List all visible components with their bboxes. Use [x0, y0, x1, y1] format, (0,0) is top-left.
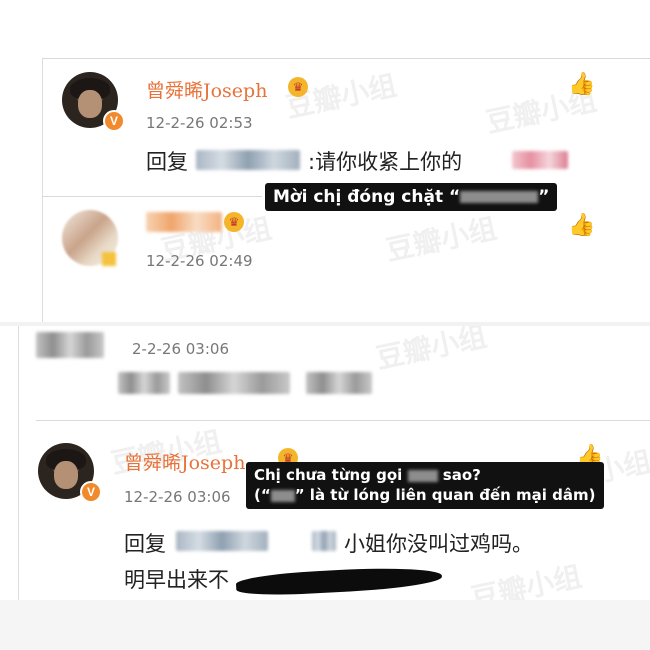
- watermark: 豆瓣小组: [383, 211, 500, 268]
- caption-translation: Chị chưa từng gọi sao? (“” là từ lóng li…: [246, 462, 604, 509]
- comment-time: 2-2-26 03:06: [132, 340, 229, 358]
- comment-time: 12-2-26 02:53: [146, 114, 253, 132]
- username-redacted: [146, 212, 222, 232]
- redacted-text: [312, 531, 336, 551]
- censored-word: [407, 469, 438, 482]
- redacted-text: [176, 531, 268, 551]
- verified-badge-icon: V: [103, 110, 125, 132]
- divider: [36, 420, 650, 421]
- redacted-text: [196, 150, 300, 170]
- redacted-text: [118, 372, 170, 394]
- thumbs-up-icon[interactable]: 👍: [568, 213, 595, 238]
- avatar[interactable]: [36, 332, 104, 358]
- screenshot-panel-top: 豆瓣小组 豆瓣小组 豆瓣小组 豆瓣小组 V 曾舜晞Joseph ♛ 12-2-2…: [0, 0, 650, 322]
- reply-text: :请你收紧上你的: [308, 150, 463, 174]
- username[interactable]: 曾舜晞Joseph: [146, 76, 267, 103]
- watermark: 豆瓣小组: [468, 559, 585, 600]
- redacted-text: [306, 372, 372, 394]
- divider: [42, 196, 262, 197]
- reply-text: 小姐你没叫过鸡吗。: [344, 532, 533, 556]
- comment-time: 12-2-26 02:49: [146, 252, 253, 270]
- avatar[interactable]: [62, 210, 118, 266]
- watermark: 豆瓣小组: [373, 326, 490, 376]
- censored-word: [270, 489, 295, 502]
- screenshot-panel-bottom: 豆瓣小组 豆瓣小组 豆瓣小组 豆瓣小组 2-2-26 03:06 V 曾舜晞Jo…: [0, 326, 650, 600]
- redacted-text: [512, 151, 568, 169]
- left-border: [18, 326, 19, 600]
- comment-time: 12-2-26 03:06: [124, 488, 231, 506]
- thumbs-up-icon[interactable]: 👍: [568, 72, 595, 97]
- crown-icon: ♛: [224, 212, 244, 232]
- caption-translation: Mời chị đóng chặt “”: [265, 183, 558, 211]
- censored-word: [460, 191, 539, 203]
- redaction-scribble: [235, 564, 443, 598]
- redacted-text: [178, 372, 290, 394]
- verified-badge-icon: V: [80, 481, 102, 503]
- left-border: [42, 58, 43, 322]
- reply-prefix: 回复: [124, 532, 166, 556]
- divider: [42, 58, 650, 59]
- crown-icon: ♛: [288, 77, 308, 97]
- username[interactable]: 曾舜晞Joseph: [124, 448, 245, 475]
- reply-prefix: 回复: [146, 150, 188, 174]
- reply-text-line2: 明早出来不: [124, 568, 229, 592]
- footer-strip: [0, 600, 650, 650]
